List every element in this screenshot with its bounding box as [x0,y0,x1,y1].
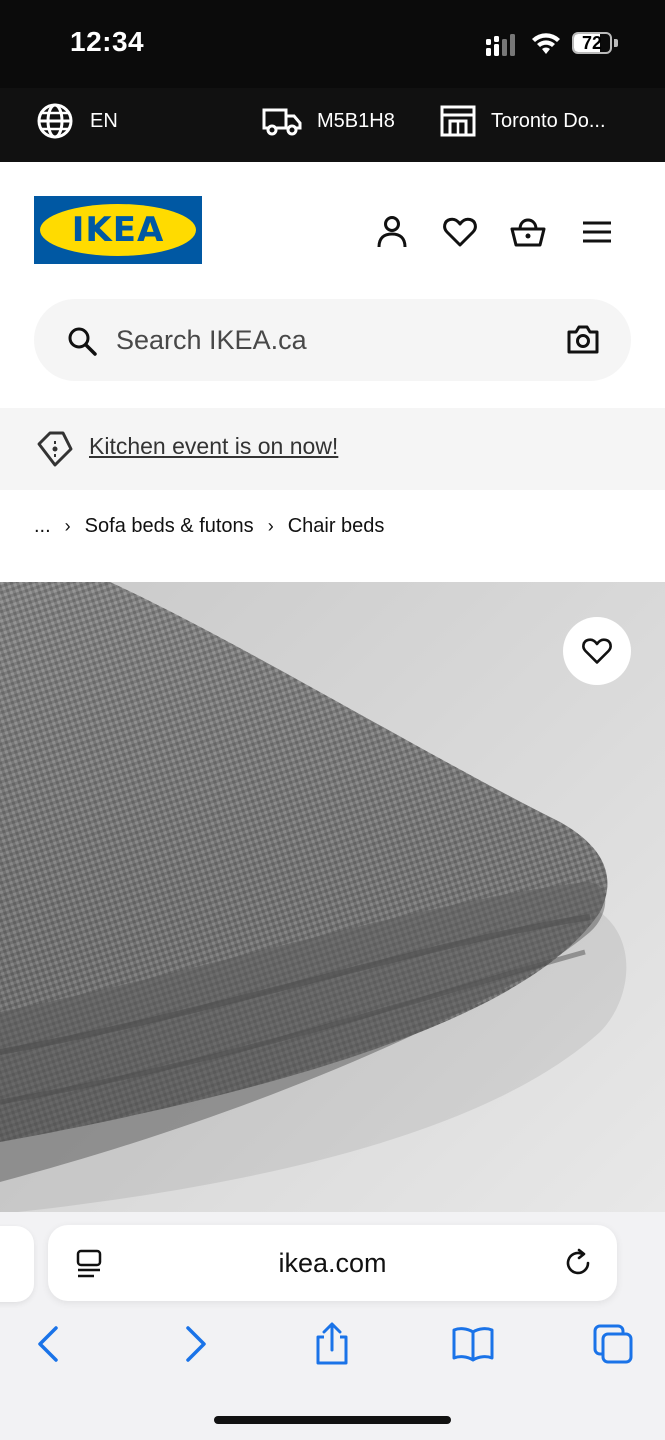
delivery-postal-code[interactable]: M5B1H8 [262,88,395,154]
wishlist-heart-icon[interactable] [442,214,478,250]
url-text: ikea.com [278,1248,387,1278]
site-header: IKEA [0,162,665,292]
previous-tab-preview[interactable] [0,1226,34,1302]
delivery-truck-icon [262,108,302,136]
cellular-signal-icon [486,34,515,56]
language-selector[interactable]: EN [36,88,118,154]
price-tag-icon [37,431,73,467]
home-indicator[interactable] [214,1416,451,1424]
menu-hamburger-icon[interactable] [579,214,615,250]
promo-link[interactable]: Kitchen event is on now! [89,408,338,484]
tabs-icon[interactable] [591,1322,635,1366]
breadcrumb-ellipsis[interactable]: ... [34,515,51,538]
store-label: Toronto Do... [491,109,606,132]
store-selector[interactable]: Toronto Do... [440,88,606,154]
address-bar[interactable]: ikea.com [48,1225,617,1301]
status-time: 12:34 [70,26,145,57]
battery-percent: 72 [581,33,603,53]
status-bar: 12:34 72 [0,0,665,88]
bookmarks-icon[interactable] [451,1322,495,1366]
camera-search-icon[interactable] [566,325,600,355]
search-bar[interactable]: Search IKEA.ca [34,299,631,381]
chevron-right-icon: › [267,515,274,536]
language-label: EN [90,109,118,132]
promo-banner[interactable]: Kitchen event is on now! [0,408,665,490]
share-icon[interactable] [310,1322,354,1366]
postal-code-label: M5B1H8 [317,109,395,132]
store-icon [440,105,476,137]
wifi-icon [532,33,560,54]
utility-bar: EN M5B1H8 Toronto Do... [0,88,665,162]
heart-icon [582,638,612,664]
breadcrumb: ... › Sofa beds & futons › Chair beds [34,510,384,542]
globe-icon [37,103,73,139]
shopping-basket-icon[interactable] [510,214,546,250]
account-icon[interactable] [374,214,410,250]
search-icon [68,327,97,356]
breadcrumb-sofa-beds[interactable]: Sofa beds & futons [85,515,254,538]
breadcrumb-chair-beds[interactable]: Chair beds [288,515,385,538]
add-to-wishlist-button[interactable] [563,617,631,685]
product-image[interactable] [0,582,665,1214]
logo-text: IKEA [71,210,165,250]
fabric-photo [0,582,665,1214]
battery-indicator: 72 [572,32,620,56]
forward-icon[interactable] [172,1322,216,1366]
reload-icon[interactable] [564,1248,594,1278]
search-input[interactable]: Search IKEA.ca [116,299,307,381]
ikea-logo[interactable]: IKEA [34,196,202,264]
back-icon[interactable] [28,1322,72,1366]
chevron-right-icon: › [64,515,71,536]
